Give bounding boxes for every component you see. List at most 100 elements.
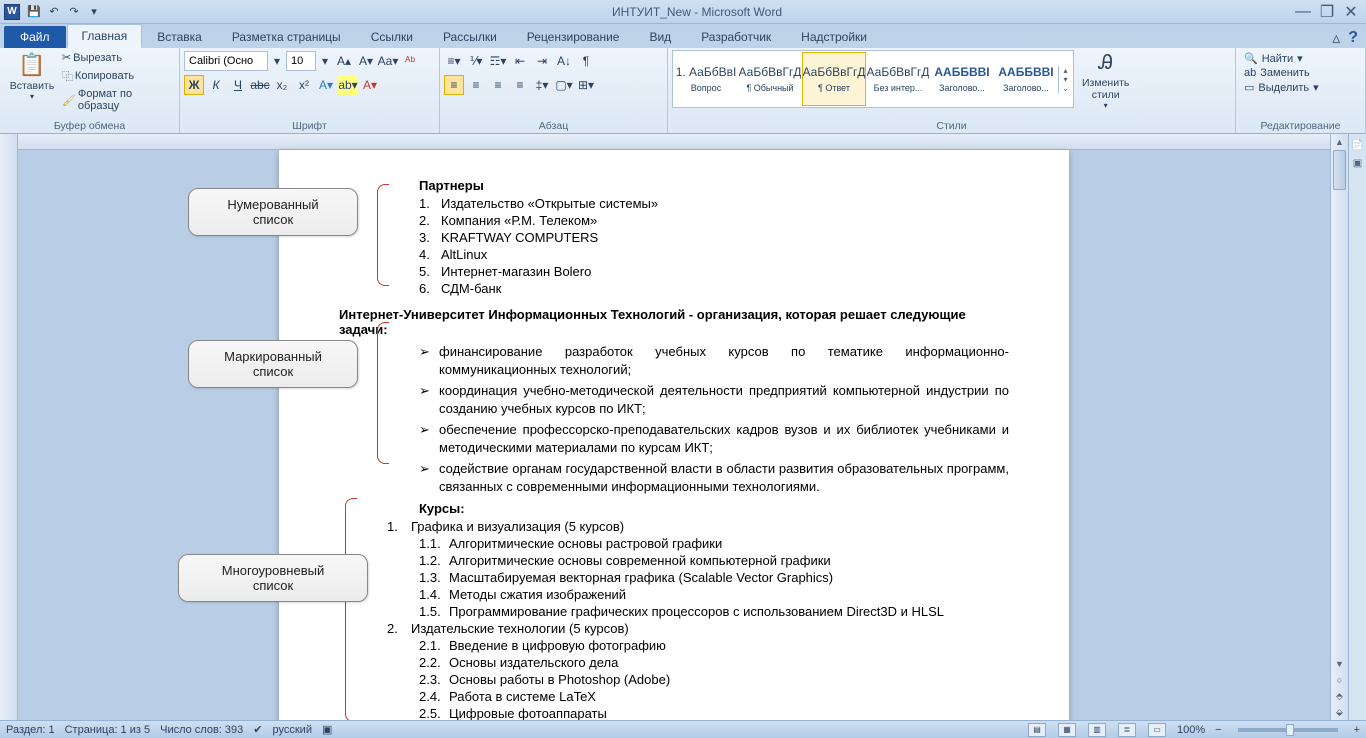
qat-undo-icon[interactable]: ↶ xyxy=(45,3,63,21)
restore-button[interactable]: ❐ xyxy=(1316,3,1338,21)
numbering-icon[interactable]: ⅟▾ xyxy=(466,51,486,71)
word-app-icon: W xyxy=(4,4,20,20)
status-words[interactable]: Число слов: 393 xyxy=(160,724,243,736)
bullets-icon[interactable]: ≡▾ xyxy=(444,51,464,71)
zoom-level[interactable]: 100% xyxy=(1177,724,1205,736)
side-icon[interactable]: 📄 xyxy=(1351,138,1365,152)
align-center-icon[interactable]: ≡ xyxy=(466,75,486,95)
qat-redo-icon[interactable]: ↷ xyxy=(65,3,83,21)
document-area[interactable]: Партнеры 1.Издательство «Открытые систем… xyxy=(18,134,1330,720)
style-item[interactable]: ААББВВІЗаголово... xyxy=(994,52,1058,106)
zoom-knob[interactable] xyxy=(1286,724,1294,736)
tab-home[interactable]: Главная xyxy=(67,24,143,48)
view-web-icon[interactable]: ▥ xyxy=(1088,723,1106,737)
minimize-button[interactable]: — xyxy=(1292,3,1314,21)
bold-icon[interactable]: Ж xyxy=(184,75,204,95)
sort-icon[interactable]: A↓ xyxy=(554,51,574,71)
tab-review[interactable]: Рецензирование xyxy=(512,25,635,48)
style-item[interactable]: АаБбВвГгД¶ Обычный xyxy=(738,52,802,106)
view-draft-icon[interactable]: ▭ xyxy=(1148,723,1166,737)
font-dropdown-icon[interactable]: ▾ xyxy=(270,51,284,71)
status-page[interactable]: Страница: 1 из 5 xyxy=(65,724,151,736)
macro-record-icon[interactable]: ▣ xyxy=(322,723,332,736)
change-styles-button[interactable]: Ꭿ Изменить стили ▾ xyxy=(1076,50,1135,112)
help-icon[interactable]: ? xyxy=(1348,29,1358,47)
text-effects-icon[interactable]: A▾ xyxy=(316,75,336,95)
vertical-ruler[interactable] xyxy=(0,134,18,720)
qat-save-icon[interactable]: 💾 xyxy=(25,3,43,21)
copy-button[interactable]: ⿻Копировать xyxy=(62,68,175,84)
subscript-icon[interactable]: x₂ xyxy=(272,75,292,95)
style-item[interactable]: 1. АаБбВвІВопрос xyxy=(674,52,738,106)
tab-addins[interactable]: Надстройки xyxy=(786,25,882,48)
borders-icon[interactable]: ⊞▾ xyxy=(576,75,596,95)
paste-button[interactable]: 📋 Вставить ▾ xyxy=(4,50,60,103)
font-name-input[interactable] xyxy=(184,51,268,71)
increase-indent-icon[interactable]: ⇥ xyxy=(532,51,552,71)
replace-button[interactable]: abЗаменить xyxy=(1244,67,1319,79)
tab-references[interactable]: Ссылки xyxy=(356,25,428,48)
minimize-ribbon-icon[interactable]: ▵ xyxy=(1332,28,1340,48)
styles-gallery[interactable]: 1. АаБбВвІВопрос АаБбВвГгД¶ Обычный АаБб… xyxy=(672,50,1074,108)
grow-font-icon[interactable]: A▴ xyxy=(334,51,354,71)
horizontal-ruler[interactable] xyxy=(18,134,1330,150)
tab-insert[interactable]: Вставка xyxy=(142,25,217,48)
underline-icon[interactable]: Ч xyxy=(228,75,248,95)
tab-view[interactable]: Вид xyxy=(634,25,686,48)
list-item: координация учебно-методической деятельн… xyxy=(419,380,1009,419)
italic-icon[interactable]: К xyxy=(206,75,226,95)
view-print-layout-icon[interactable]: ▤ xyxy=(1028,723,1046,737)
line-spacing-icon[interactable]: ‡▾ xyxy=(532,75,552,95)
list-item: содействие органам государственной власт… xyxy=(419,458,1009,497)
view-outline-icon[interactable]: ≣ xyxy=(1118,723,1136,737)
zoom-in-icon[interactable]: + xyxy=(1354,724,1360,736)
scroll-down-icon[interactable]: ▼ xyxy=(1331,656,1348,672)
justify-icon[interactable]: ≡ xyxy=(510,75,530,95)
select-button[interactable]: ▭Выделить ▾ xyxy=(1244,81,1319,94)
list-item: 6.СДМ-банк xyxy=(419,280,1009,297)
list-item: 1.5.Программирование графических процесс… xyxy=(387,603,1009,620)
strike-icon[interactable]: abc xyxy=(250,75,270,95)
font-color-icon[interactable]: A▾ xyxy=(360,75,380,95)
status-language[interactable]: русский xyxy=(273,724,312,736)
format-painter-button[interactable]: 🖌Формат по образцу xyxy=(62,88,175,112)
tab-developer[interactable]: Разработчик xyxy=(686,25,786,48)
shrink-font-icon[interactable]: A▾ xyxy=(356,51,376,71)
prev-page-icon[interactable]: ⬘ xyxy=(1331,688,1348,704)
highlight-icon[interactable]: ab▾ xyxy=(338,75,358,95)
styles-scroll[interactable]: ▴▾⌄ xyxy=(1058,66,1072,93)
align-left-icon[interactable]: ≡ xyxy=(444,75,464,95)
file-tab[interactable]: Файл xyxy=(4,26,66,48)
status-section[interactable]: Раздел: 1 xyxy=(6,724,55,736)
next-page-icon[interactable]: ⬙ xyxy=(1331,704,1348,720)
view-full-screen-icon[interactable]: ▦ xyxy=(1058,723,1076,737)
find-button[interactable]: 🔍Найти ▾ xyxy=(1244,52,1319,65)
scroll-track[interactable] xyxy=(1331,150,1348,656)
style-item[interactable]: ААББВВІЗаголово... xyxy=(930,52,994,106)
scroll-up-icon[interactable]: ▲ xyxy=(1331,134,1348,150)
change-case-icon[interactable]: Aa▾ xyxy=(378,51,398,71)
zoom-slider[interactable] xyxy=(1238,728,1338,732)
decrease-indent-icon[interactable]: ⇤ xyxy=(510,51,530,71)
size-dropdown-icon[interactable]: ▾ xyxy=(318,51,332,71)
qat-customize-icon[interactable]: ▾ xyxy=(85,3,103,21)
side-icon[interactable]: ▣ xyxy=(1351,156,1365,170)
style-item[interactable]: АаБбВвГгДБез интер... xyxy=(866,52,930,106)
cut-button[interactable]: ✂Вырезать xyxy=(62,51,175,64)
align-right-icon[interactable]: ≡ xyxy=(488,75,508,95)
font-size-input[interactable] xyxy=(286,51,316,71)
multilevel-list-icon[interactable]: ☶▾ xyxy=(488,51,508,71)
tab-mailings[interactable]: Рассылки xyxy=(428,25,512,48)
vertical-scrollbar[interactable]: ▲ ▼ ○ ⬘ ⬙ xyxy=(1330,134,1348,720)
browse-object-icon[interactable]: ○ xyxy=(1331,672,1348,688)
show-marks-icon[interactable]: ¶ xyxy=(576,51,596,71)
shading-icon[interactable]: ▢▾ xyxy=(554,75,574,95)
superscript-icon[interactable]: x² xyxy=(294,75,314,95)
proofing-icon[interactable]: ✔ xyxy=(253,723,262,736)
clear-formatting-icon[interactable]: ᴬᵇ xyxy=(400,51,420,71)
style-item[interactable]: АаБбВвГгД¶ Ответ xyxy=(802,52,866,106)
scroll-thumb[interactable] xyxy=(1333,150,1346,190)
zoom-out-icon[interactable]: − xyxy=(1215,724,1221,736)
close-button[interactable]: ✕ xyxy=(1340,3,1362,21)
tab-page-layout[interactable]: Разметка страницы xyxy=(217,25,356,48)
